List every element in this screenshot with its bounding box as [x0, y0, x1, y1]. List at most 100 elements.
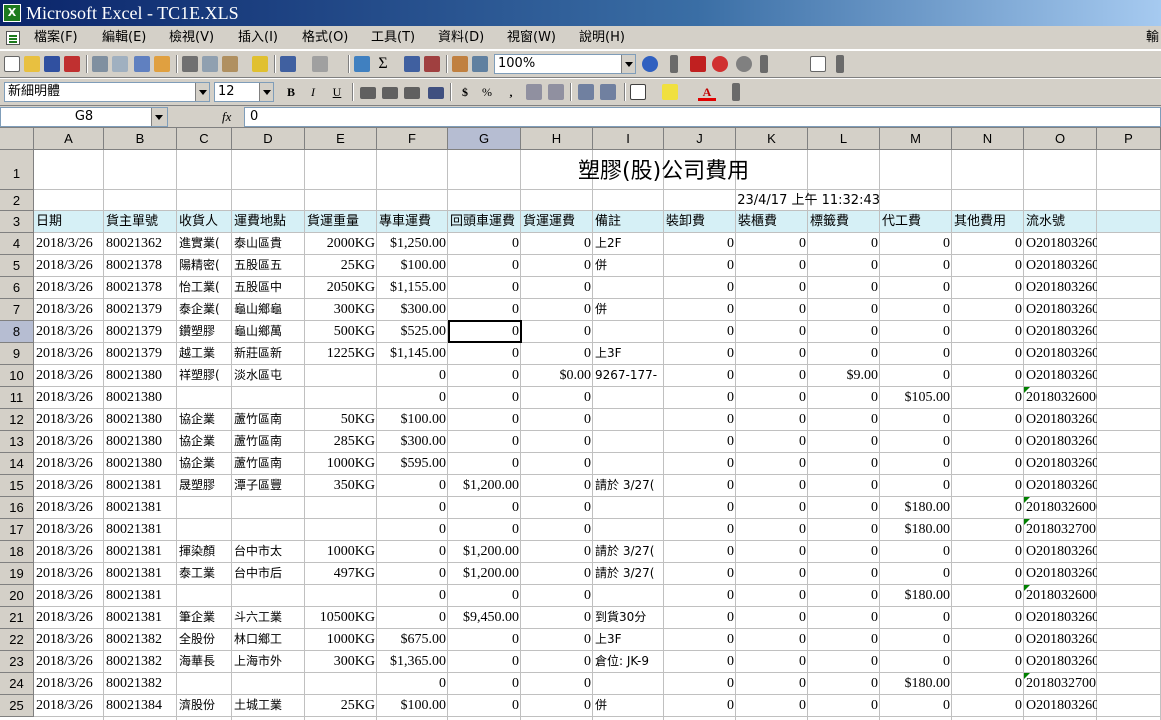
redo-icon[interactable] — [312, 56, 328, 72]
column-header-e[interactable]: E — [305, 128, 377, 150]
increase-decimal-icon[interactable] — [526, 84, 542, 100]
table-cell[interactable]: $105.00 — [880, 387, 952, 408]
table-cell[interactable]: 0 — [521, 277, 593, 298]
table-cell[interactable]: 0 — [808, 475, 880, 496]
table-cell[interactable]: 2000KG — [305, 233, 377, 254]
menu-file[interactable]: 檔案(F) — [32, 29, 80, 47]
table-cell[interactable]: 陽精密( — [177, 255, 232, 276]
table-cell[interactable]: 泰工業 — [177, 563, 232, 584]
table-cell[interactable]: 0 — [952, 585, 1024, 606]
table-cell[interactable]: 80021380 — [104, 365, 177, 386]
table-cell[interactable]: 斗六工業 — [232, 607, 305, 628]
table-cell[interactable]: 0 — [880, 563, 952, 584]
table-cell[interactable]: 0 — [880, 651, 952, 672]
table-cell[interactable]: 0 — [736, 365, 808, 386]
table-cell[interactable]: 五股區五 — [232, 255, 305, 276]
table-cell[interactable]: 0 — [448, 453, 521, 474]
table-cell[interactable]: 林口鄉工 — [232, 629, 305, 650]
table-cell[interactable]: $1,200.00 — [448, 563, 521, 584]
table-cell[interactable]: 0 — [521, 431, 593, 452]
menu-view[interactable]: 檢視(V) — [167, 29, 216, 47]
table-cell[interactable]: 0 — [880, 343, 952, 364]
table-cell[interactable]: 0 — [448, 299, 521, 320]
table-cell[interactable]: 五股區中 — [232, 277, 305, 298]
sheet-title[interactable]: 塑膠(股)公司費用 — [578, 154, 749, 190]
header-cell[interactable]: 貨主單號 — [104, 211, 177, 232]
table-cell[interactable]: 0 — [952, 387, 1024, 408]
table-cell[interactable]: O201803260025 — [1024, 255, 1097, 276]
table-cell[interactable]: 0 — [880, 453, 952, 474]
table-cell[interactable]: 25KG — [305, 255, 377, 276]
error-indicator-icon[interactable] — [1024, 497, 1030, 503]
table-cell[interactable]: 蘆竹區南 — [232, 409, 305, 430]
table-cell[interactable]: 2018/3/26 — [34, 453, 104, 474]
row-header-11[interactable]: 11 — [0, 387, 34, 409]
table-cell[interactable]: 0 — [880, 431, 952, 452]
table-cell[interactable]: 80021382 — [104, 651, 177, 672]
workbook-icon[interactable] — [6, 31, 20, 45]
row-header-24[interactable]: 24 — [0, 673, 34, 695]
table-cell[interactable]: 筆企業 — [177, 607, 232, 628]
table-cell[interactable]: 0 — [521, 409, 593, 430]
table-cell[interactable]: 0 — [521, 453, 593, 474]
table-cell[interactable]: 1000KG — [305, 629, 377, 650]
open-icon[interactable] — [24, 56, 40, 72]
table-cell[interactable]: 0 — [808, 695, 880, 716]
table-cell[interactable]: 0 — [952, 673, 1024, 694]
table-cell[interactable]: $1,200.00 — [448, 541, 521, 562]
autosum-icon[interactable]: Σ — [374, 55, 392, 73]
table-cell[interactable]: 0 — [880, 475, 952, 496]
table-cell[interactable]: 0 — [521, 475, 593, 496]
table-cell[interactable]: 潭子區豐 — [232, 475, 305, 496]
table-cell[interactable]: 0 — [808, 497, 880, 518]
header-cell[interactable]: 備註 — [593, 211, 664, 232]
help-icon[interactable] — [642, 56, 658, 72]
table-cell[interactable]: 0 — [736, 255, 808, 276]
table-cell[interactable]: 2018/3/26 — [34, 607, 104, 628]
paste-icon[interactable] — [222, 56, 238, 72]
table-cell[interactable]: 怡工業( — [177, 277, 232, 298]
table-cell[interactable]: 2018/3/26 — [34, 673, 104, 694]
research-icon[interactable] — [154, 56, 170, 72]
table-cell[interactable]: 0 — [664, 497, 736, 518]
header-cell[interactable]: 裝櫃費 — [736, 211, 808, 232]
acrobat-email-icon[interactable] — [712, 56, 728, 72]
table-cell[interactable]: $1,145.00 — [377, 343, 448, 364]
table-cell[interactable]: 協企業 — [177, 431, 232, 452]
table-cell[interactable]: 0 — [880, 277, 952, 298]
fill-color-icon[interactable] — [662, 84, 678, 100]
table-cell[interactable]: 0 — [952, 497, 1024, 518]
table-cell[interactable]: 80021378 — [104, 255, 177, 276]
table-cell[interactable]: 2018/3/26 — [34, 277, 104, 298]
table-cell[interactable]: 0 — [664, 651, 736, 672]
table-cell[interactable]: 0 — [521, 607, 593, 628]
table-cell[interactable]: 0 — [377, 607, 448, 628]
table-cell[interactable]: 0 — [736, 453, 808, 474]
table-cell[interactable]: 台中市太 — [232, 541, 305, 562]
table-cell[interactable]: 0 — [880, 409, 952, 430]
table-cell[interactable]: 500KG — [305, 321, 377, 342]
select-all-button[interactable] — [0, 128, 34, 150]
table-cell[interactable]: 0 — [664, 585, 736, 606]
name-box[interactable]: G8 — [0, 107, 168, 127]
table-cell[interactable]: 0 — [377, 541, 448, 562]
table-cell[interactable]: 0 — [736, 431, 808, 452]
table-cell[interactable]: 2018/3/26 — [34, 585, 104, 606]
table-cell[interactable]: 淡水區屯 — [232, 365, 305, 386]
table-cell[interactable]: 0 — [952, 541, 1024, 562]
table-cell[interactable]: 0 — [952, 695, 1024, 716]
table-cell[interactable]: 0 — [664, 431, 736, 452]
sheet-timestamp[interactable]: 23/4/17 上午 11:32:43 — [710, 190, 880, 211]
table-cell[interactable]: 0 — [448, 233, 521, 254]
table-cell[interactable]: 80021379 — [104, 321, 177, 342]
table-cell[interactable]: 上2F — [593, 233, 664, 254]
table-cell[interactable]: 龜山鄉萬 — [232, 321, 305, 342]
table-cell[interactable]: 揮染顏 — [177, 541, 232, 562]
row-header-13[interactable]: 13 — [0, 431, 34, 453]
table-cell[interactable]: $675.00 — [377, 629, 448, 650]
table-cell[interactable]: 0 — [808, 343, 880, 364]
table-cell[interactable]: 80021380 — [104, 409, 177, 430]
table-cell[interactable]: 0 — [736, 563, 808, 584]
table-cell[interactable]: 2018/3/26 — [34, 431, 104, 452]
table-cell[interactable]: 蘆竹區南 — [232, 453, 305, 474]
